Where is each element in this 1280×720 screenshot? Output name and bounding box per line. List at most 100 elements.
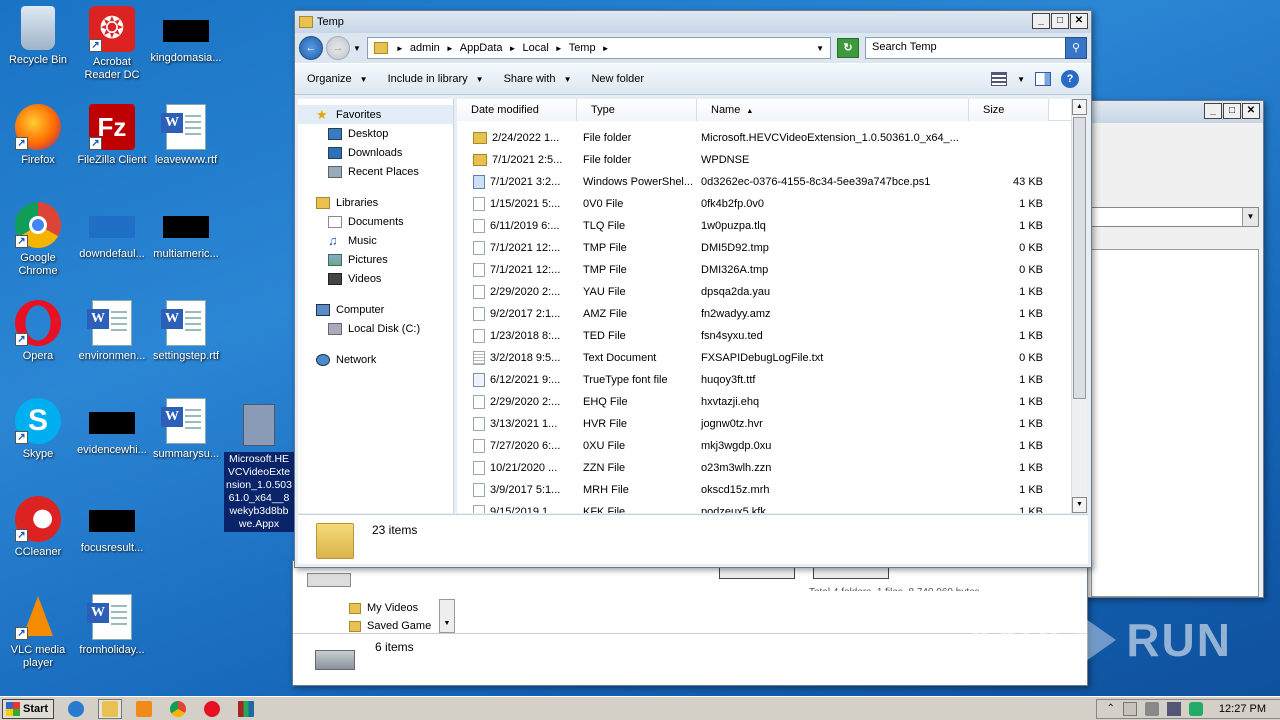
- focusresult-file[interactable]: focusresult...: [74, 490, 150, 580]
- nav-documents[interactable]: Documents: [298, 212, 453, 231]
- chevron-right-icon[interactable]: ►: [446, 44, 454, 53]
- summarysu-rtf[interactable]: W summarysu...: [148, 392, 224, 482]
- evidencewhi-file[interactable]: evidencewhi...: [74, 392, 150, 482]
- nav-local-disk[interactable]: Local Disk (C:): [298, 319, 453, 338]
- file-row[interactable]: 9/2/2017 2:1... AMZ File fn2wadyy.amz 1 KB: [457, 303, 1087, 325]
- firefox-shortcut[interactable]: ↗ Firefox: [0, 98, 76, 188]
- chrome-shortcut[interactable]: ↗ Google Chrome: [0, 196, 76, 286]
- fromholiday-rtf[interactable]: W fromholiday...: [74, 588, 150, 678]
- file-row[interactable]: 7/1/2021 3:2... Windows PowerShel... 0d326…: [457, 171, 1087, 193]
- filezilla-shortcut[interactable]: Fz ↗ FileZilla Client: [74, 98, 150, 188]
- network-tray-icon[interactable]: [1166, 701, 1181, 716]
- file-row[interactable]: 3/13/2021 1... HVR File jognw0tz.hvr 1 KB: [457, 413, 1087, 435]
- taskbar-opera[interactable]: [200, 699, 224, 719]
- column-size[interactable]: Size: [969, 99, 1049, 121]
- search-input[interactable]: Search Temp ⚲: [865, 37, 1087, 59]
- column-date-modified[interactable]: Date modified: [457, 99, 577, 121]
- file-row[interactable]: 7/1/2021 12:... TMP File DMI5D92.tmp 0 KB: [457, 237, 1087, 259]
- nav-videos[interactable]: Videos: [298, 269, 453, 288]
- vertical-scrollbar[interactable]: ▲ ▼: [1071, 99, 1087, 513]
- search-icon[interactable]: ⚲: [1065, 37, 1087, 59]
- share-with-button[interactable]: Share with ▼: [504, 73, 572, 85]
- taskbar-chrome[interactable]: [166, 699, 190, 719]
- shield-icon[interactable]: [1188, 701, 1203, 716]
- file-row[interactable]: 6/11/2019 6:... TLQ File 1w0puzpa.tlq 1 KB: [457, 215, 1087, 237]
- recent-pages-button[interactable]: ▼: [353, 44, 361, 53]
- flag-icon[interactable]: [1122, 701, 1137, 716]
- nav-libraries[interactable]: Libraries: [298, 193, 453, 212]
- include-in-library-button[interactable]: Include in library ▼: [388, 73, 484, 85]
- nav-pictures[interactable]: Pictures: [298, 250, 453, 269]
- dropdown-field[interactable]: ▼: [1091, 207, 1259, 227]
- breadcrumb-appdata[interactable]: AppData: [460, 42, 503, 54]
- file-row[interactable]: 2/24/2022 1... File folder Microsoft.HEVCV…: [457, 127, 1087, 149]
- column-type[interactable]: Type: [577, 99, 697, 121]
- file-row[interactable]: 1/15/2021 5:... 0V0 File 0fk4b2fp.0v0 1 KB: [457, 193, 1087, 215]
- chevron-right-icon[interactable]: ►: [509, 44, 517, 53]
- address-dropdown-icon[interactable]: ▼: [816, 44, 824, 53]
- maximize-button[interactable]: □: [1223, 103, 1241, 119]
- file-row[interactable]: 1/23/2018 8:... TED File fsn4syxu.ted 1 KB: [457, 325, 1087, 347]
- nav-favorites[interactable]: ★ Favorites: [298, 105, 453, 124]
- nav-computer[interactable]: Computer: [298, 300, 453, 319]
- recycle-bin-icon[interactable]: Recycle Bin: [0, 0, 76, 90]
- explorer-titlebar[interactable]: Temp _ □ ✕: [295, 11, 1091, 33]
- kingdomasia-file[interactable]: kingdomasia...: [148, 0, 224, 90]
- start-button[interactable]: Start: [2, 698, 54, 719]
- tray-expand-icon[interactable]: ⌃: [1107, 703, 1115, 714]
- maximize-button[interactable]: □: [1051, 13, 1069, 29]
- chevron-right-icon[interactable]: ►: [555, 44, 563, 53]
- acrobat-reader-shortcut[interactable]: ❂ ↗ Acrobat Reader DC: [74, 0, 150, 90]
- scroll-up-icon[interactable]: ▲: [1072, 99, 1087, 115]
- taskbar-explorer[interactable]: [98, 698, 122, 719]
- nav-desktop[interactable]: Desktop: [298, 124, 453, 143]
- file-row[interactable]: 2/29/2020 2:... EHQ File hxvtazji.ehq 1 KB: [457, 391, 1087, 413]
- nav-network[interactable]: Network: [298, 350, 453, 369]
- vlc-shortcut[interactable]: ↗ VLC media player: [0, 588, 76, 678]
- nav-downloads[interactable]: Downloads: [298, 143, 453, 162]
- skype-shortcut[interactable]: S ↗ Skype: [0, 392, 76, 482]
- file-row[interactable]: 7/1/2021 12:... TMP File DMI326A.tmp 0 KB: [457, 259, 1087, 281]
- taskbar-winrar[interactable]: [234, 699, 258, 719]
- volume-icon[interactable]: [1144, 701, 1159, 716]
- close-button[interactable]: ✕: [1070, 13, 1088, 29]
- file-row[interactable]: 7/1/2021 2:5... File folder WPDNSE: [457, 149, 1087, 171]
- downdefaul-file[interactable]: downdefaul...: [74, 196, 150, 286]
- view-dropdown-icon[interactable]: ▼: [1017, 75, 1025, 84]
- taskbar-media-player[interactable]: [132, 699, 156, 719]
- scroll-thumb[interactable]: [1073, 117, 1086, 399]
- breadcrumb-admin[interactable]: admin: [410, 42, 440, 54]
- file-row[interactable]: 7/27/2020 6:... 0XU File mkj3wgdp.0xu 1 KB: [457, 435, 1087, 457]
- back-button[interactable]: ←: [299, 36, 323, 60]
- minimize-button[interactable]: _: [1032, 13, 1050, 29]
- refresh-button[interactable]: ↻: [837, 38, 859, 58]
- chevron-right-icon[interactable]: ►: [602, 44, 610, 53]
- hevc-appx-file[interactable]: Microsoft.HEVCVideoExtension_1.0.50361.0…: [224, 398, 294, 532]
- nav-recent-places[interactable]: Recent Places: [298, 162, 453, 181]
- breadcrumb-temp[interactable]: Temp: [569, 42, 596, 54]
- breadcrumb-local[interactable]: Local: [522, 42, 548, 54]
- opera-shortcut[interactable]: ↗ Opera: [0, 294, 76, 384]
- environmen-rtf[interactable]: W environmen...: [74, 294, 150, 384]
- forward-button[interactable]: →: [326, 36, 350, 60]
- chevron-right-icon[interactable]: ►: [396, 44, 404, 53]
- address-bar[interactable]: ► admin ► AppData ► Local ► Temp ► ▼: [366, 37, 831, 59]
- preview-pane-icon[interactable]: [1035, 72, 1051, 86]
- column-name[interactable]: Name ▲: [697, 99, 969, 121]
- close-button[interactable]: ✕: [1242, 103, 1260, 119]
- leavewww-rtf[interactable]: W leavewww.rtf: [148, 98, 224, 188]
- file-row[interactable]: 3/9/2017 5:1... MRH File okscd15z.mrh 1 KB: [457, 479, 1087, 501]
- organize-button[interactable]: Organize ▼: [307, 73, 368, 85]
- view-icon[interactable]: [991, 72, 1008, 86]
- help-icon[interactable]: ?: [1061, 70, 1079, 88]
- taskbar-ie[interactable]: [64, 699, 88, 719]
- new-folder-button[interactable]: New folder: [591, 73, 644, 85]
- settingstep-rtf[interactable]: W settingstep.rtf: [148, 294, 224, 384]
- nav-music[interactable]: ♫ Music: [298, 231, 453, 250]
- ccleaner-shortcut[interactable]: ↗ CCleaner: [0, 490, 76, 580]
- file-row[interactable]: 2/29/2020 2:... YAU File dpsqa2da.yau 1 KB: [457, 281, 1087, 303]
- scroll-down-icon[interactable]: ▼: [1072, 497, 1087, 513]
- minimize-button[interactable]: _: [1204, 103, 1222, 119]
- file-row[interactable]: 9/15/2019 1... KFK File podzeux5.kfk 1 KB: [457, 501, 1087, 513]
- multiameric-file[interactable]: multiameric...: [148, 196, 224, 286]
